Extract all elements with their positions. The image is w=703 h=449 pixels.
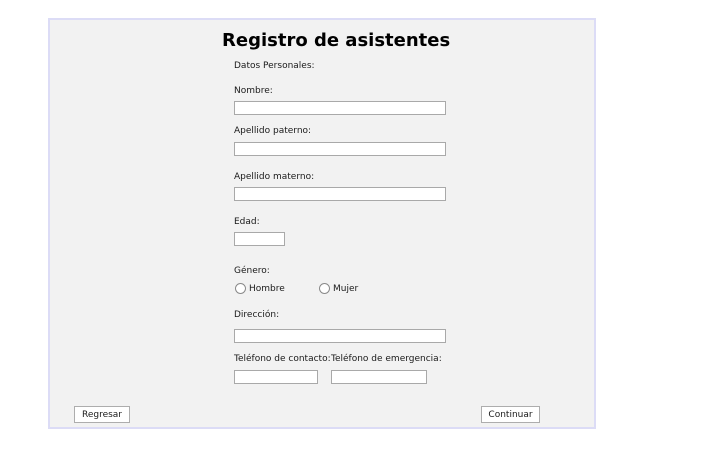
radio-circle-icon[interactable] <box>235 283 246 294</box>
radio-circle-icon[interactable] <box>319 283 330 294</box>
apellido-materno-label: Apellido materno: <box>234 172 315 182</box>
telefono-contacto-label: Teléfono de contacto: <box>234 354 331 364</box>
genero-label: Género: <box>234 266 270 276</box>
direccion-input[interactable] <box>234 329 446 343</box>
radio-mujer-label: Mujer <box>333 283 359 294</box>
nombre-input[interactable] <box>234 101 446 115</box>
apellido-paterno-label: Apellido paterno: <box>234 126 312 136</box>
telefono-contacto-input[interactable] <box>234 370 318 384</box>
telefono-emergencia-label: Teléfono de emergencia: <box>331 354 442 364</box>
radio-mujer[interactable]: Mujer <box>319 283 358 294</box>
edad-input[interactable] <box>234 232 285 246</box>
radio-hombre-label: Hombre <box>249 283 285 294</box>
section-label-personal-data: Datos Personales: <box>234 61 315 71</box>
apellido-materno-input[interactable] <box>234 187 446 201</box>
back-button[interactable]: Regresar <box>74 406 130 423</box>
page-title: Registro de asistentes <box>222 30 451 51</box>
radio-hombre[interactable]: Hombre <box>235 283 285 294</box>
registration-window: Registro de asistentes Datos Personales:… <box>48 18 596 429</box>
edad-label: Edad: <box>234 217 260 227</box>
nombre-label: Nombre: <box>234 86 273 96</box>
continue-button[interactable]: Continuar <box>481 406 540 423</box>
apellido-paterno-input[interactable] <box>234 142 446 156</box>
telefono-emergencia-input[interactable] <box>331 370 427 384</box>
direccion-label: Dirección: <box>234 310 280 320</box>
